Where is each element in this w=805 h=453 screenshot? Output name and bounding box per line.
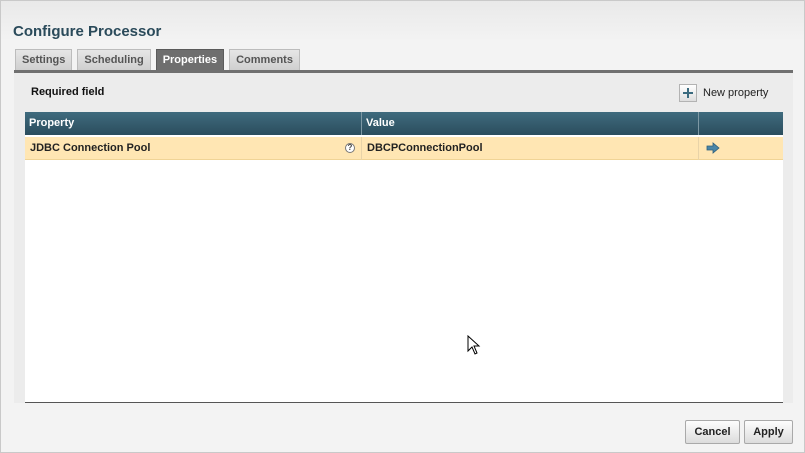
tab-scheduling[interactable]: Scheduling xyxy=(77,49,151,70)
property-name: JDBC Connection Pool xyxy=(30,142,151,154)
property-actions-cell xyxy=(699,137,783,160)
apply-button[interactable]: Apply xyxy=(744,420,793,444)
property-value-cell[interactable]: DBCPConnectionPool xyxy=(362,137,699,160)
tab-comments[interactable]: Comments xyxy=(229,49,300,70)
dialog-title: Configure Processor xyxy=(13,23,162,40)
plus-icon[interactable] xyxy=(679,83,697,102)
cancel-button[interactable]: Cancel xyxy=(685,420,740,444)
tab-bar: Settings Scheduling Properties Comments xyxy=(15,49,305,71)
property-name-cell[interactable]: JDBC Connection Pool ? xyxy=(25,137,362,160)
question-circle-icon[interactable]: ? xyxy=(345,143,355,153)
new-property-label[interactable]: New property xyxy=(703,87,768,99)
mouse-pointer-icon xyxy=(467,335,481,355)
new-property-button[interactable]: New property xyxy=(679,83,768,102)
properties-table: Property Value JDBC Connection Pool ? DB… xyxy=(25,112,783,403)
arrow-right-icon[interactable] xyxy=(706,142,720,154)
tab-settings[interactable]: Settings xyxy=(15,49,73,70)
column-header-value[interactable]: Value xyxy=(362,112,699,135)
table-header: Property Value xyxy=(25,112,783,135)
column-header-actions xyxy=(699,112,783,135)
configure-processor-dialog: Configure Processor Settings Scheduling … xyxy=(0,0,805,453)
table-row[interactable]: JDBC Connection Pool ? DBCPConnectionPoo… xyxy=(25,137,783,160)
required-field-label: Required field xyxy=(31,86,105,98)
tab-properties[interactable]: Properties xyxy=(155,49,225,70)
property-value: DBCPConnectionPool xyxy=(367,142,483,154)
column-header-property[interactable]: Property xyxy=(25,112,362,135)
